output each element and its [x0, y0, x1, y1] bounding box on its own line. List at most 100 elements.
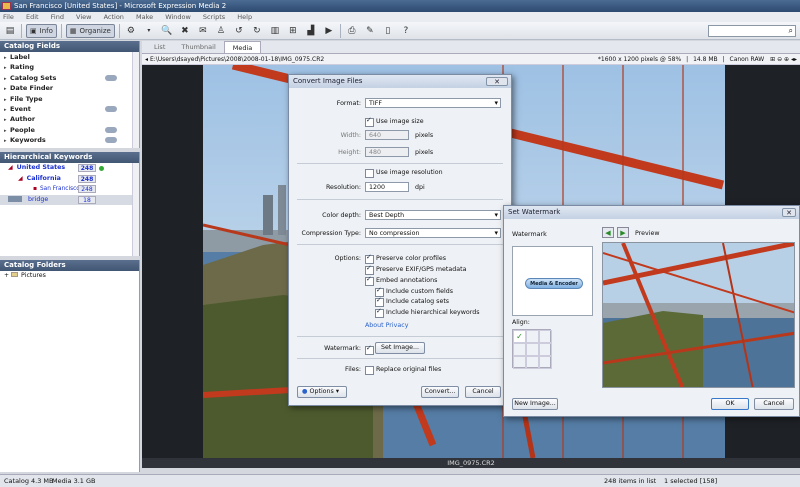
include-custom-checkbox[interactable]: Include custom fields: [375, 286, 453, 297]
compression-select[interactable]: No compression: [365, 228, 501, 238]
align-center[interactable]: [526, 343, 539, 356]
include-catalog-checkbox[interactable]: Include catalog sets: [375, 296, 449, 307]
options-button[interactable]: ● Options ▾: [297, 386, 347, 398]
tab-list[interactable]: List: [146, 41, 173, 53]
field-date-finder[interactable]: ▸ Date Finder: [0, 83, 139, 93]
replace-files-checkbox[interactable]: Replace original files: [365, 365, 441, 375]
field-people[interactable]: ▸ People: [0, 125, 139, 135]
organize-button[interactable]: ▦ Organize: [65, 23, 115, 38]
rotate-left-icon[interactable]: ↺: [232, 24, 246, 38]
new-image-button[interactable]: New Image...: [512, 398, 558, 410]
field-catalog-sets[interactable]: ▸ Catalog Sets: [0, 73, 139, 83]
keywords-scrollbar[interactable]: [132, 163, 139, 256]
keyword-united-states[interactable]: ◢ United States 248: [0, 163, 139, 174]
delete-icon[interactable]: ✖: [178, 24, 192, 38]
include-hierarchical-checkbox[interactable]: Include hierarchical keywords: [375, 307, 480, 318]
catalog-fields-scrollbar[interactable]: [132, 52, 139, 148]
embed-annotations-checkbox[interactable]: Embed annotations: [365, 275, 437, 286]
zoom-out-icon[interactable]: ⊖: [777, 56, 782, 63]
stamp-icon[interactable]: ♙: [214, 24, 228, 38]
edit-pencil-icon[interactable]: ✎: [363, 24, 377, 38]
menu-help[interactable]: Help: [237, 13, 252, 21]
close-icon[interactable]: ✕: [782, 208, 796, 217]
align-top-left-check-icon[interactable]: ✓: [513, 330, 526, 343]
field-label[interactable]: ▸ Label: [0, 52, 139, 62]
zoom-in-icon[interactable]: ⊕: [784, 56, 789, 63]
add-pill-icon[interactable]: [105, 137, 117, 144]
use-image-size-checkbox[interactable]: Use image size: [365, 116, 424, 127]
watermark-cancel-button[interactable]: Cancel: [754, 398, 794, 410]
align-top-center[interactable]: [526, 330, 539, 343]
align-bottom-right[interactable]: [539, 356, 552, 369]
hierarchy-icon[interactable]: ⊞: [286, 24, 300, 38]
menu-edit[interactable]: Edit: [26, 13, 39, 21]
keyword-california[interactable]: ◢ California 248: [0, 174, 139, 185]
resolution-field[interactable]: 1200: [365, 182, 409, 192]
ok-button[interactable]: OK: [711, 398, 749, 410]
nav-arrows-icon[interactable]: ◂▸: [791, 56, 797, 63]
menu-find[interactable]: Find: [51, 13, 64, 21]
info-button[interactable]: ▣ Info: [26, 23, 57, 38]
next-arrow-icon[interactable]: ▶: [617, 227, 629, 238]
folder-pictures[interactable]: + Pictures: [0, 271, 139, 282]
print-icon[interactable]: ⎙: [345, 24, 359, 38]
field-keywords[interactable]: ▸ Keywords: [0, 135, 139, 145]
add-pill-icon[interactable]: [105, 74, 117, 81]
zoom-fit-icon[interactable]: ⊞: [770, 56, 775, 63]
chart-icon[interactable]: ▟: [304, 24, 318, 38]
cancel-button[interactable]: Cancel: [465, 386, 501, 398]
add-pill-icon[interactable]: [105, 105, 117, 112]
preserve-exif-checkbox[interactable]: Preserve EXIF/GPS metadata: [365, 264, 466, 275]
convert-button[interactable]: Convert...: [421, 386, 459, 398]
keyword-tag-icon: [8, 195, 22, 202]
about-privacy-link[interactable]: About Privacy: [365, 322, 408, 329]
close-icon[interactable]: ✕: [486, 77, 508, 86]
watermark-checkbox[interactable]: [365, 344, 374, 355]
height-field[interactable]: 480: [365, 147, 409, 157]
layout-icon[interactable]: ▤: [3, 24, 17, 38]
tab-media[interactable]: Media: [223, 41, 262, 53]
keyword-san-francisco[interactable]: ▪ San Francisco 248: [0, 184, 139, 195]
app-icon: [2, 2, 11, 10]
align-bottom-center[interactable]: [526, 356, 539, 369]
settings-gear-icon[interactable]: ⚙: [124, 24, 138, 38]
play-slideshow-icon[interactable]: ▶: [322, 24, 336, 38]
help-icon[interactable]: ?: [399, 24, 413, 38]
add-pill-icon[interactable]: [105, 126, 117, 133]
keyword-label: United States: [16, 164, 66, 171]
preserve-color-checkbox[interactable]: Preserve color profiles: [365, 253, 446, 264]
use-image-resolution-checkbox[interactable]: Use image resolution: [365, 168, 443, 178]
field-event[interactable]: ▸ Event: [0, 104, 139, 114]
search-input[interactable]: ⌕: [708, 25, 796, 37]
menu-window[interactable]: Window: [165, 13, 191, 21]
document-icon[interactable]: ▯: [381, 24, 395, 38]
color-depth-select[interactable]: Best Depth: [365, 210, 501, 220]
align-bottom-left[interactable]: [513, 356, 526, 369]
nav-back-icon[interactable]: ◂: [145, 56, 148, 63]
watermark-image-box[interactable]: Media & Encoder: [512, 246, 593, 316]
rotate-right-icon[interactable]: ↻: [250, 24, 264, 38]
align-middle-right[interactable]: [539, 343, 552, 356]
dropdown-arrow-icon[interactable]: ▾: [142, 24, 156, 38]
align-top-right[interactable]: [539, 330, 552, 343]
menu-scripts[interactable]: Scripts: [203, 13, 225, 21]
previous-arrow-icon[interactable]: ◀: [602, 227, 614, 238]
menu-make[interactable]: Make: [136, 13, 153, 21]
width-unit: pixels: [415, 132, 434, 139]
align-middle-left[interactable]: [513, 343, 526, 356]
image-export-icon[interactable]: ▥: [268, 24, 282, 38]
format-select[interactable]: TIFF: [365, 98, 501, 108]
tab-thumbnail[interactable]: Thumbnail: [173, 41, 223, 53]
email-icon[interactable]: ✉: [196, 24, 210, 38]
menu-action[interactable]: Action: [104, 13, 124, 21]
keyword-bridge[interactable]: bridge 18: [0, 194, 139, 206]
media-size: Media 3.1 GB: [52, 477, 96, 485]
find-icon[interactable]: 🔍: [160, 24, 174, 38]
menu-view[interactable]: View: [76, 13, 91, 21]
width-field[interactable]: 640: [365, 130, 409, 140]
set-image-button[interactable]: Set Image...: [375, 342, 425, 354]
field-author[interactable]: ▸ Author: [0, 114, 139, 124]
menu-file[interactable]: File: [3, 13, 14, 21]
field-file-type[interactable]: ▸ File Type: [0, 94, 139, 104]
field-rating[interactable]: ▸ Rating: [0, 62, 139, 72]
